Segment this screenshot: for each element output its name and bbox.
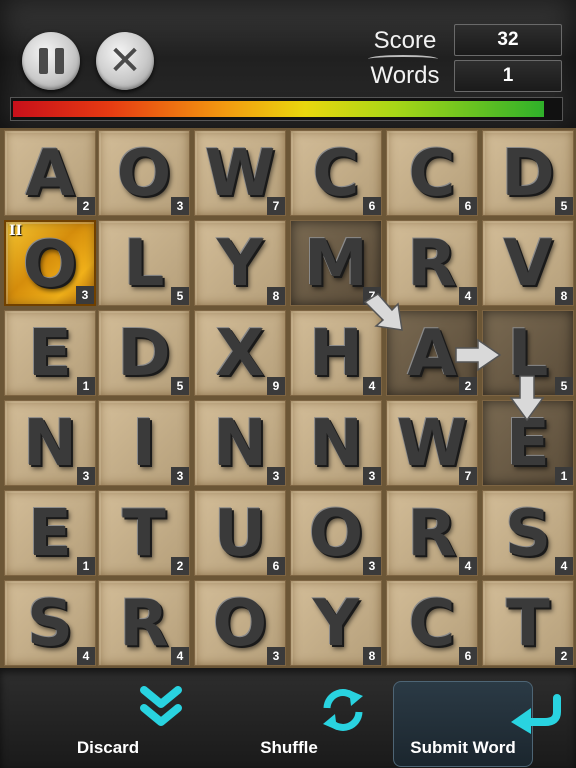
letter-tile[interactable]: Y8 [194,220,286,306]
tile-point-value: 5 [171,287,189,305]
tile-point-value: 8 [555,287,573,305]
letter-tile[interactable]: A2 [4,130,96,216]
letter-tile[interactable]: N3 [194,400,286,486]
tile-point-value: 3 [76,286,94,304]
tile-point-value: 4 [77,647,95,665]
letter-tile[interactable]: C6 [386,130,478,216]
shuffle-button[interactable]: Shuffle [235,668,363,768]
words-value: 1 [454,60,562,92]
letter-tile[interactable]: R4 [386,220,478,306]
tile-point-value: 3 [171,197,189,215]
letter-tile[interactable]: D5 [482,130,574,216]
letter-tile[interactable]: W7 [194,130,286,216]
letter-tile[interactable]: E1 [482,400,574,486]
shuffle-icon [323,689,363,731]
letter-tile[interactable]: U6 [194,490,286,576]
tile-point-value: 9 [267,377,285,395]
tile-point-value: 2 [171,557,189,575]
letter-tile[interactable]: E1 [4,310,96,396]
tile-point-value: 2 [77,197,95,215]
letter-tile[interactable]: O 3 II [4,220,96,306]
letter-tile[interactable]: L5 [98,220,190,306]
pause-button[interactable] [22,32,80,90]
letter-tile[interactable]: D5 [98,310,190,396]
tile-point-value: 3 [267,647,285,665]
discard-label: Discard [76,738,140,757]
tile-point-value: 6 [459,647,477,665]
letter-tile[interactable]: V8 [482,220,574,306]
letter-tile[interactable]: N3 [4,400,96,486]
tile-point-value: 1 [77,557,95,575]
tile-point-value: 4 [171,647,189,665]
tile-point-value: 8 [267,287,285,305]
tile-point-value: 5 [555,197,573,215]
tile-point-value: 6 [363,197,381,215]
double-chevron-down-icon [140,686,182,726]
letter-tile[interactable]: I3 [98,400,190,486]
return-arrow-icon [511,694,561,734]
letter-tile[interactable]: R4 [386,490,478,576]
tile-point-value: 3 [363,557,381,575]
score-label: Score [373,27,437,54]
tile-point-value: 3 [363,467,381,485]
letter-tile[interactable]: L5 [482,310,574,396]
tile-point-value: 7 [267,197,285,215]
time-meter-fill [13,101,544,117]
letter-tile[interactable]: A2 [386,310,478,396]
score-value: 32 [454,24,562,56]
letter-tile[interactable]: O3 [290,490,382,576]
tile-point-value: 2 [459,377,477,395]
letter-tile[interactable]: T2 [482,580,574,666]
tile-point-value: 3 [267,467,285,485]
submit-word-button[interactable]: Submit Word [393,681,561,767]
tile-point-value: 4 [363,377,381,395]
tile-point-value: 4 [555,557,573,575]
tile-point-value: 3 [171,467,189,485]
tile-point-value: 3 [77,467,95,485]
tile-point-value: 6 [267,557,285,575]
tile-point-value: 4 [459,287,477,305]
letter-tile[interactable]: S4 [4,580,96,666]
words-label: Words [370,62,440,89]
action-bar: Discard Shuffle Submit Word [0,668,576,768]
letter-tile[interactable]: E1 [4,490,96,576]
tile-point-value: 1 [77,377,95,395]
letter-tile[interactable]: C6 [290,130,382,216]
letter-tile[interactable]: N3 [290,400,382,486]
letter-tile[interactable]: T2 [98,490,190,576]
tile-point-value: 5 [555,377,573,395]
pause-icon [38,48,64,74]
tile-point-value: 6 [459,197,477,215]
tile-point-value: 4 [459,557,477,575]
tile-point-value: 2 [555,647,573,665]
letter-tile[interactable]: R4 [98,580,190,666]
tile-point-value: 8 [363,647,381,665]
letter-tile[interactable]: Y8 [290,580,382,666]
submit-word-label: Submit Word [410,738,516,757]
top-bar: ✕ Score Words 32 1 [0,0,576,128]
letter-tile[interactable]: W7 [386,400,478,486]
tile-point-value: 7 [459,467,477,485]
letter-tile[interactable]: H4 [290,310,382,396]
discard-button[interactable]: Discard [55,668,182,768]
tile-point-value: 1 [555,467,573,485]
letter-tile[interactable]: O3 [98,130,190,216]
letter-tile[interactable]: M7 [290,220,382,306]
tile-point-value: 7 [363,287,381,305]
letter-tile[interactable]: C6 [386,580,478,666]
letter-tile[interactable]: S4 [482,490,574,576]
tile-multiplier-badge: II [9,223,23,239]
close-button[interactable]: ✕ [96,32,154,90]
letter-board: A 2 O 3 W 7 C 6 C 6 D 5 O 3 II L 5 Y 8 M 7 R 4 V 8 E 1 D 5 X 9 H 4 A 2 L 5 N 3… [0,128,576,668]
tile-point-value: 5 [171,377,189,395]
close-icon: ✕ [108,38,142,84]
shuffle-label: Shuffle [260,738,318,757]
letter-tile[interactable]: X9 [194,310,286,396]
time-meter [10,97,563,121]
letter-tile[interactable]: O3 [194,580,286,666]
